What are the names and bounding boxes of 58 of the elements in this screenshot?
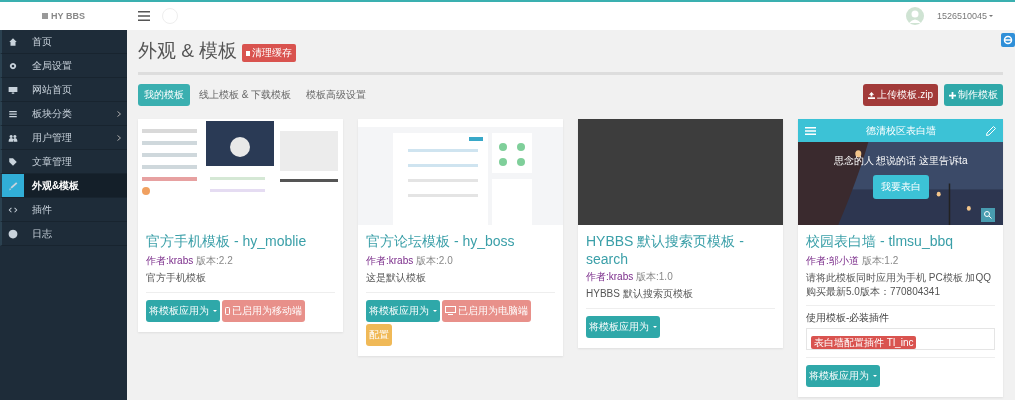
sidebar-item[interactable]: 网站首页 xyxy=(0,78,127,102)
preview-slogan: 思念的人 想说的话 这里告诉ta xyxy=(833,154,968,168)
tab[interactable]: 线上模板 & 下载模板 xyxy=(193,84,298,106)
phone-icon xyxy=(225,306,230,315)
version: 版本:2.0 xyxy=(416,255,453,266)
version: 版本:2.2 xyxy=(196,255,233,266)
description: 请将此模板同时应用为手机 PC模板 加QQ购买最新5.0版本：770804341 xyxy=(806,271,992,298)
sidebar-item[interactable]: 全局设置 xyxy=(0,54,127,78)
template-name: 官方手机模板 - hy_moblie xyxy=(146,233,308,251)
sidebar-item[interactable]: 首页 xyxy=(0,30,127,54)
gear-icon xyxy=(8,60,18,71)
tag-icon xyxy=(8,156,18,167)
version: 版本:1.0 xyxy=(636,271,673,282)
template-name: 官方论坛模板 - hy_boss xyxy=(366,233,516,251)
sidebar-item[interactable]: 用户管理 xyxy=(0,126,127,150)
template-button[interactable]: 将模板应用为 xyxy=(806,365,880,387)
menu-icon xyxy=(805,126,816,135)
description: 官方手机模板 xyxy=(146,271,207,285)
search-icon xyxy=(981,208,995,222)
list-icon xyxy=(8,108,18,119)
sidebar-item[interactable]: 插件 xyxy=(0,198,127,222)
author: 作者:krabs xyxy=(146,255,194,266)
user-menu[interactable]: 1526510045 xyxy=(936,11,993,21)
brush-icon xyxy=(8,180,18,191)
clear-cache-button[interactable]: 清理缓存 xyxy=(242,44,297,62)
description: HYBBS 默认搜索页模板 xyxy=(586,287,694,301)
author: 作者:krabs xyxy=(586,271,634,282)
sidebar-item[interactable]: 外观&模板 xyxy=(0,174,127,198)
logo-text: HY BBS xyxy=(51,11,85,21)
template-name: HYBBS 默认搜索页模板 - search xyxy=(586,233,745,267)
caret-icon xyxy=(989,15,993,19)
description: 这是默认模板 xyxy=(366,271,427,285)
preview-title: 德清校区表白墙 xyxy=(866,123,936,138)
template-button[interactable]: 将模板应用为 xyxy=(586,315,660,338)
tab[interactable]: 模板高级设置 xyxy=(300,84,373,106)
upload-icon xyxy=(868,91,876,99)
template-name: 校园表白墙 - tlmsu_bbq xyxy=(806,233,955,251)
plugin-tag: 表白墙配置插件 Tl_inc xyxy=(811,336,917,349)
template-button[interactable]: 将模板应用为 xyxy=(146,299,220,322)
link-icon[interactable] xyxy=(1001,33,1015,47)
action-button[interactable]: 制作模板 xyxy=(944,84,1003,106)
sidebar-item[interactable]: 日志 xyxy=(0,222,127,246)
logo-icon xyxy=(42,13,49,19)
plugins-title: 使用模板-必装插件 xyxy=(806,311,891,325)
pencil-icon xyxy=(986,125,996,136)
author: 作者:邬小道 xyxy=(806,255,859,266)
monitor-icon xyxy=(445,306,456,315)
menu-icon[interactable] xyxy=(138,11,150,21)
action-button[interactable]: 上传模板.zip xyxy=(863,84,938,106)
users-icon xyxy=(8,132,18,143)
plus-icon xyxy=(949,91,956,99)
home-icon xyxy=(8,36,18,47)
author: 作者:krabs xyxy=(366,255,414,266)
page-title: 外观 & 模板 xyxy=(138,39,238,63)
version: 版本:1.2 xyxy=(861,255,899,266)
template-button[interactable]: 将模板应用为 xyxy=(366,299,440,322)
sidebar-item[interactable]: 板块分类 xyxy=(0,102,127,126)
monitor-icon xyxy=(8,84,18,95)
